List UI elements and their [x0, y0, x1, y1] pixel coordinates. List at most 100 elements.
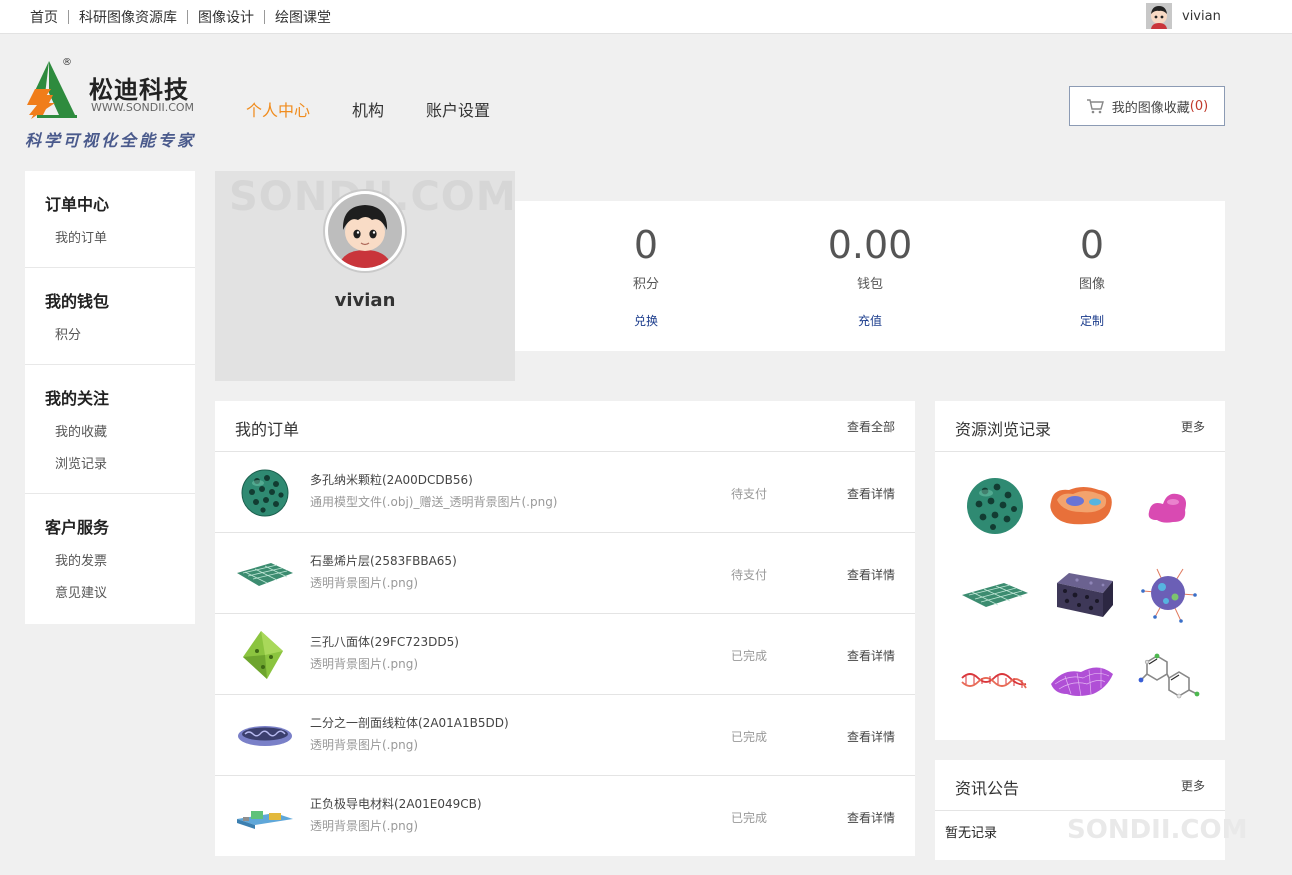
molecule-icon	[1138, 653, 1200, 699]
registered-mark: ®	[62, 57, 72, 68]
order-name: 多孔纳米颗粒(2A00DCDB56)	[310, 473, 473, 487]
divider	[68, 10, 69, 24]
order-description: 透明背景图片(.png)	[310, 738, 419, 752]
porous-sphere-icon	[967, 478, 1023, 534]
order-status: 待支付	[731, 568, 768, 582]
order-row: 多孔纳米颗粒(2A00DCDB56) 通用模型文件(.obj)_赠送_透明背景图…	[215, 452, 915, 533]
order-name: 石墨烯片层(2583FBBA65)	[310, 554, 457, 568]
browse-history-panel: 资源浏览记录 更多	[935, 401, 1225, 740]
nav-institution[interactable]: 机构	[352, 97, 384, 121]
logo-mark-icon	[27, 61, 77, 119]
order-description: 透明背景图片(.png)	[310, 819, 419, 833]
stat-value: 0	[633, 223, 659, 267]
panel-header: 资源浏览记录 更多	[935, 401, 1225, 452]
order-row: 石墨烯片层(2583FBBA65) 透明背景图片(.png) 待支付 查看详情	[215, 533, 915, 614]
top-link-resource-library[interactable]: 科研图像资源库	[79, 7, 177, 27]
news-more-link[interactable]: 更多	[1181, 777, 1205, 794]
history-more-link[interactable]: 更多	[1181, 418, 1205, 435]
cell-section-icon	[1050, 487, 1112, 525]
history-item-pink-blob[interactable]	[1133, 474, 1203, 538]
sidebar-group-follow: 我的关注 我的收藏 浏览记录	[25, 365, 195, 494]
order-name: 正负极导电材料(2A01E049CB)	[310, 797, 482, 811]
order-status: 已完成	[731, 730, 768, 744]
account-stats: 0 积分 兑换 0.00 钱包 充值 0 图像 定制	[515, 201, 1225, 351]
image-favorites-button[interactable]: 我的图像收藏 (0)	[1069, 86, 1225, 126]
history-item-virus[interactable]	[1133, 561, 1203, 625]
top-link-image-design[interactable]: 图像设计	[198, 7, 254, 27]
avatar[interactable]	[325, 191, 405, 271]
stat-value: 0.00	[827, 223, 913, 267]
sidebar-group-orders: 订单中心 我的订单	[25, 171, 195, 268]
order-row: 三孔八面体(29FC723DD5) 透明背景图片(.png) 已完成 查看详情	[215, 614, 915, 695]
order-status: 已完成	[731, 811, 768, 825]
customize-link[interactable]: 定制	[1032, 312, 1152, 329]
order-detail-link[interactable]: 查看详情	[847, 647, 895, 664]
orders-title: 我的订单	[235, 420, 300, 439]
nav-personal-center[interactable]: 个人中心	[246, 97, 310, 121]
porous-sphere-icon	[241, 469, 289, 517]
history-item-dna-helix[interactable]	[960, 648, 1030, 712]
news-empty-text: 暂无记录	[945, 826, 998, 841]
stat-points: 0 积分 兑换	[586, 223, 706, 329]
history-item-purple-mesh[interactable]	[1047, 648, 1117, 712]
brand-logo[interactable]: ® 松迪科技 WWW.SONDII.COM 科学可视化全能专家	[25, 57, 197, 152]
dna-helix-icon	[961, 673, 1027, 689]
view-all-link[interactable]: 查看全部	[847, 418, 895, 435]
order-name: 二分之一剖面线粒体(2A01A1B5DD)	[310, 716, 509, 730]
sidebar: 订单中心 我的订单 我的钱包 积分 我的关注 我的收藏 浏览记录 客户服务 我的…	[25, 171, 195, 624]
top-bar: 首页 科研图像资源库 图像设计 绘图课堂 vivian	[0, 0, 1292, 34]
sidebar-group-title: 客户服务	[45, 518, 110, 537]
purple-mesh-icon	[1051, 667, 1113, 697]
order-detail-link[interactable]: 查看详情	[847, 728, 895, 745]
favorites-label: 我的图像收藏	[1111, 100, 1190, 116]
nav-account-settings[interactable]: 账户设置	[426, 97, 490, 121]
sidebar-item-my-invoices[interactable]: 我的发票	[45, 546, 195, 578]
sidebar-group-wallet: 我的钱包 积分	[25, 268, 195, 365]
sidebar-item-points[interactable]: 积分	[45, 320, 195, 352]
news-panel: 资讯公告 更多 SONDII.COM 暂无记录	[935, 760, 1247, 860]
history-item-cell-section[interactable]	[1047, 474, 1117, 538]
favorites-count: (0)	[1189, 98, 1209, 114]
history-title: 资源浏览记录	[955, 420, 1052, 439]
stat-value: 0	[1079, 223, 1105, 267]
redeem-link[interactable]: 兑换	[586, 312, 706, 329]
order-row: 二分之一剖面线粒体(2A01A1B5DD) 透明背景图片(.png) 已完成 查…	[215, 695, 915, 776]
order-row: 正负极导电材料(2A01E049CB) 透明背景图片(.png) 已完成 查看详…	[215, 776, 915, 857]
sidebar-item-feedback[interactable]: 意见建议	[45, 578, 195, 610]
sidebar-item-my-favorites[interactable]: 我的收藏	[45, 417, 195, 449]
history-item-molecule[interactable]	[1133, 648, 1203, 712]
order-detail-link[interactable]: 查看详情	[847, 809, 895, 826]
stat-images: 0 图像 定制	[1032, 223, 1152, 329]
brand-slogan: 科学可视化全能专家	[25, 131, 197, 150]
orders-panel: 我的订单 查看全部 多孔纳米颗粒(2A00DCDB56) 通用模型文件(.obj…	[215, 401, 915, 856]
pink-blob-icon	[1148, 493, 1186, 523]
order-status: 已完成	[731, 649, 768, 663]
stat-label: 积分	[632, 277, 659, 292]
stat-label: 图像	[1078, 277, 1105, 292]
order-detail-link[interactable]: 查看详情	[847, 485, 895, 502]
divider	[187, 10, 188, 24]
panel-header: 我的订单 查看全部	[215, 401, 915, 452]
brand-name: 松迪科技	[89, 76, 189, 104]
brand-domain: WWW.SONDII.COM	[91, 101, 195, 114]
order-name: 三孔八面体(29FC723DD5)	[310, 635, 459, 649]
sidebar-item-browse-history[interactable]: 浏览记录	[45, 449, 195, 481]
top-link-home[interactable]: 首页	[30, 7, 58, 27]
recharge-link[interactable]: 充值	[810, 312, 930, 329]
porous-block-icon	[1057, 573, 1113, 617]
stat-wallet: 0.00 钱包 充值	[810, 223, 930, 329]
watermark: SONDII.COM	[1067, 815, 1248, 845]
order-description: 通用模型文件(.obj)_赠送_透明背景图片(.png)	[310, 495, 558, 509]
history-item-porous-block[interactable]	[1047, 561, 1117, 625]
top-username: vivian	[1182, 8, 1221, 24]
history-item-porous-sphere[interactable]	[960, 474, 1030, 538]
virus-icon	[1141, 568, 1197, 623]
top-user-menu[interactable]: vivian	[1146, 3, 1221, 29]
sidebar-group-service: 客户服务 我的发票 意见建议	[25, 494, 195, 622]
sidebar-item-my-orders[interactable]: 我的订单	[45, 223, 195, 255]
top-link-drawing-class[interactable]: 绘图课堂	[275, 7, 331, 27]
graphene-icon	[237, 563, 293, 586]
sidebar-group-title: 我的钱包	[45, 292, 110, 311]
history-item-graphene[interactable]	[960, 561, 1030, 625]
order-detail-link[interactable]: 查看详情	[847, 566, 895, 583]
